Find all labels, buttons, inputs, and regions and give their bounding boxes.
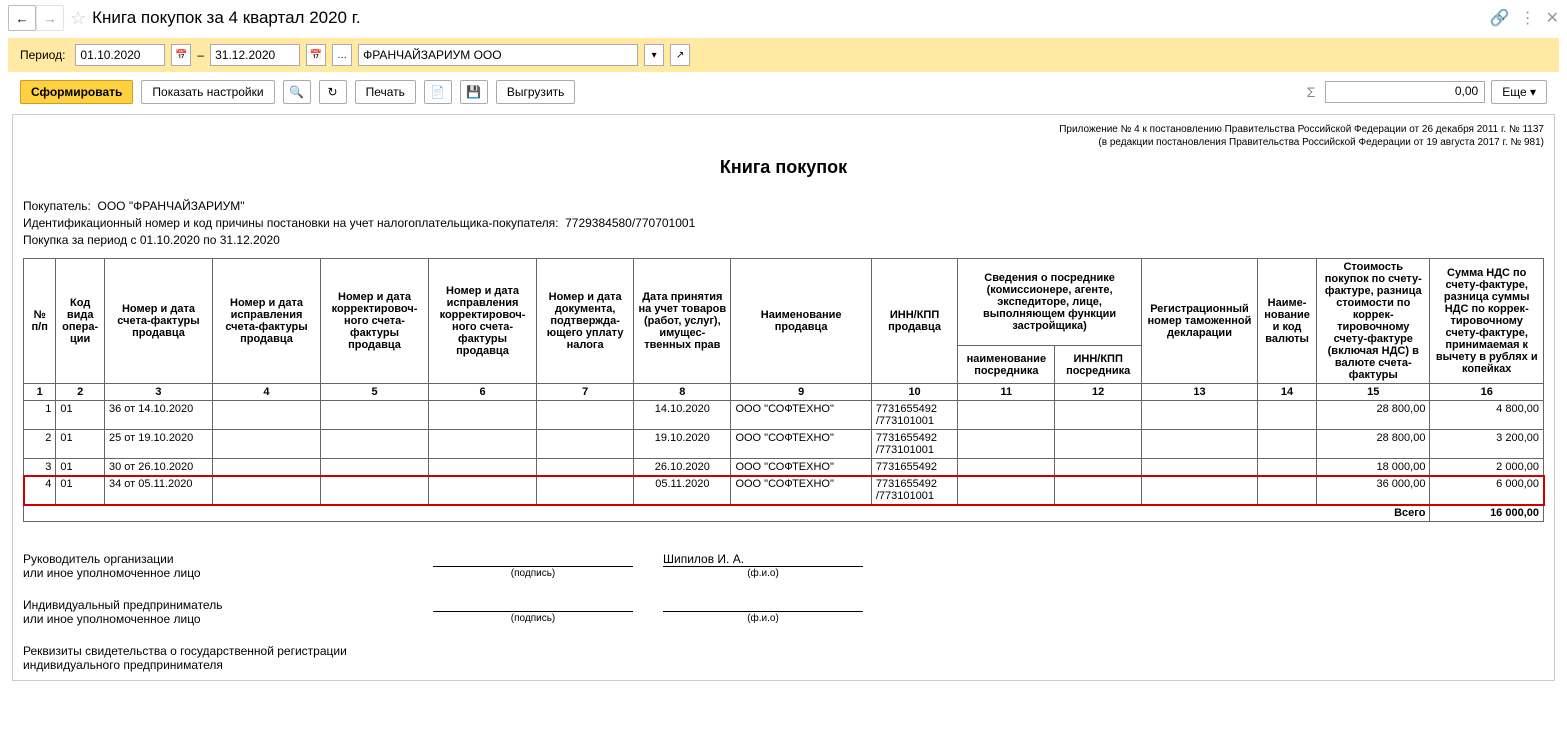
th-16: Сумма НДС по счету-фактуре, разница сумм… bbox=[1430, 259, 1544, 384]
generate-button[interactable]: Сформировать bbox=[20, 80, 133, 104]
org-open-icon[interactable]: ↗ bbox=[670, 44, 690, 66]
th-14: Наиме­нование и код валюты bbox=[1258, 259, 1317, 384]
colnum-15: 15 bbox=[1317, 384, 1430, 401]
colnum-13: 13 bbox=[1141, 384, 1257, 401]
org-dropdown-icon[interactable]: ▾ bbox=[644, 44, 664, 66]
close-icon[interactable]: ✕ bbox=[1546, 8, 1559, 28]
head-label-2: или иное уполномоченное лицо bbox=[23, 566, 403, 580]
th-13: Регистрационный номер таможенной деклара… bbox=[1141, 259, 1257, 384]
colnum-9: 9 bbox=[731, 384, 871, 401]
legal-note-1: Приложение № 4 к постановлению Правитель… bbox=[23, 123, 1544, 136]
menu-dots-icon[interactable]: ⋮ bbox=[1520, 8, 1536, 28]
export-button[interactable]: Выгрузить bbox=[496, 80, 576, 104]
colnum-7: 7 bbox=[537, 384, 634, 401]
th-4: Номер и дата исправления счета-фактуры п… bbox=[212, 259, 320, 384]
th-7: Номер и дата документа, подтвержда­ющего… bbox=[537, 259, 634, 384]
period-label: Период: bbox=[20, 48, 65, 62]
print-button[interactable]: Печать bbox=[355, 80, 416, 104]
calendar-from-icon[interactable]: 📅 bbox=[171, 44, 191, 66]
report-table: № п/п Код вида опера­ции Номер и дата сч… bbox=[23, 258, 1544, 522]
report-title: Книга покупок bbox=[23, 157, 1544, 178]
nav-back-button[interactable]: ← bbox=[8, 5, 36, 31]
zoom-refresh-icon[interactable]: ↻ bbox=[319, 80, 347, 104]
th-10: ИНН/КПП продавца bbox=[871, 259, 957, 384]
colnum-6: 6 bbox=[429, 384, 537, 401]
table-row[interactable]: 30130 от 26.10.202026.10.2020ООО "СОФТЕХ… bbox=[24, 459, 1544, 476]
nav-forward-button[interactable]: → bbox=[36, 5, 64, 31]
sum-display: 0,00 bbox=[1325, 81, 1485, 103]
save-icon[interactable]: 💾 bbox=[460, 80, 488, 104]
th-6: Номер и дата исправления корректировоч­н… bbox=[429, 259, 537, 384]
total-row: Всего16 000,00 bbox=[24, 505, 1544, 522]
colnum-1: 1 bbox=[24, 384, 56, 401]
period-from-input[interactable] bbox=[75, 44, 165, 66]
legal-note-2: (в редакции постановления Правительства … bbox=[23, 136, 1544, 149]
table-row[interactable]: 40134 от 05.11.202005.11.2020ООО "СОФТЕХ… bbox=[24, 476, 1544, 505]
favorite-star-icon[interactable]: ☆ bbox=[70, 8, 86, 29]
period-to-input[interactable] bbox=[210, 44, 300, 66]
page-title: Книга покупок за 4 квартал 2020 г. bbox=[92, 8, 360, 28]
colnum-12: 12 bbox=[1055, 384, 1141, 401]
ip-sign-line: (подпись) bbox=[433, 611, 633, 624]
titlebar: ← → ☆ Книга покупок за 4 квартал 2020 г.… bbox=[0, 0, 1567, 36]
th-8: Дата принятия на учет товаров (работ, ус… bbox=[634, 259, 731, 384]
colnum-8: 8 bbox=[634, 384, 731, 401]
ip-label-2: или иное уполномоченное лицо bbox=[23, 612, 403, 626]
head-name: Шипилов И. А. bbox=[663, 552, 863, 566]
head-sign-line: (подпись) bbox=[433, 566, 633, 579]
table-row[interactable]: 20125 от 19.10.202019.10.2020ООО "СОФТЕХ… bbox=[24, 430, 1544, 459]
colnum-11: 11 bbox=[958, 384, 1055, 401]
colnum-4: 4 bbox=[212, 384, 320, 401]
calendar-to-icon[interactable]: 📅 bbox=[306, 44, 326, 66]
colnum-3: 3 bbox=[104, 384, 212, 401]
sigma-icon: Σ bbox=[1307, 84, 1316, 100]
report-area: Приложение № 4 к постановлению Правитель… bbox=[12, 114, 1555, 681]
colnum-10: 10 bbox=[871, 384, 957, 401]
colnum-16: 16 bbox=[1430, 384, 1544, 401]
table-row[interactable]: 10136 от 14.10.202014.10.2020ООО "СОФТЕХ… bbox=[24, 401, 1544, 430]
reg-label: Реквизиты свидетельства о государственно… bbox=[23, 644, 403, 672]
period-line: Покупка за период с 01.10.2020 по 31.12.… bbox=[23, 232, 1544, 249]
zoom-in-icon[interactable]: 🔍 bbox=[283, 80, 311, 104]
th-3: Номер и дата счета-фактуры продавца bbox=[104, 259, 212, 384]
link-icon[interactable]: 🔗 bbox=[1490, 8, 1510, 28]
colnum-14: 14 bbox=[1258, 384, 1317, 401]
inn-line: Идентификационный номер и код причины по… bbox=[23, 215, 1544, 232]
ip-label-1: Индивидуальный предприниматель bbox=[23, 598, 403, 612]
head-label-1: Руководитель организации bbox=[23, 552, 403, 566]
th-11: наименование посредника bbox=[958, 345, 1055, 384]
colnum-5: 5 bbox=[321, 384, 429, 401]
more-button[interactable]: Еще ▾ bbox=[1491, 80, 1547, 104]
print-preview-icon[interactable]: 📄 bbox=[424, 80, 452, 104]
th-1: № п/п bbox=[24, 259, 56, 384]
th-15: Стоимость покупок по счету-фактуре, разн… bbox=[1317, 259, 1430, 384]
th-11-12-top: Сведения о посреднике (комиссионере, аге… bbox=[958, 259, 1142, 345]
period-separator: – bbox=[197, 48, 204, 62]
signatures-area: Руководитель организации или иное уполно… bbox=[23, 552, 1544, 672]
colnum-2: 2 bbox=[56, 384, 105, 401]
show-settings-button[interactable]: Показать настройки bbox=[141, 80, 274, 104]
period-picker-button[interactable]: … bbox=[332, 44, 352, 66]
head-fio-line: (ф.и.о) bbox=[663, 566, 863, 579]
period-bar: Период: 📅 – 📅 … ▾ ↗ bbox=[8, 38, 1559, 72]
ip-fio-line: (ф.и.о) bbox=[663, 611, 863, 624]
th-12: ИНН/КПП посредника bbox=[1055, 345, 1141, 384]
th-9: Наименование продавца bbox=[731, 259, 871, 384]
th-5: Номер и дата корректировоч­ного счета-фа… bbox=[321, 259, 429, 384]
organization-input[interactable] bbox=[358, 44, 638, 66]
buyer-line: Покупатель: ООО "ФРАНЧАЙЗАРИУМ" bbox=[23, 198, 1544, 215]
th-2: Код вида опера­ции bbox=[56, 259, 105, 384]
toolbar: Сформировать Показать настройки 🔍 ↻ Печа… bbox=[8, 74, 1559, 110]
